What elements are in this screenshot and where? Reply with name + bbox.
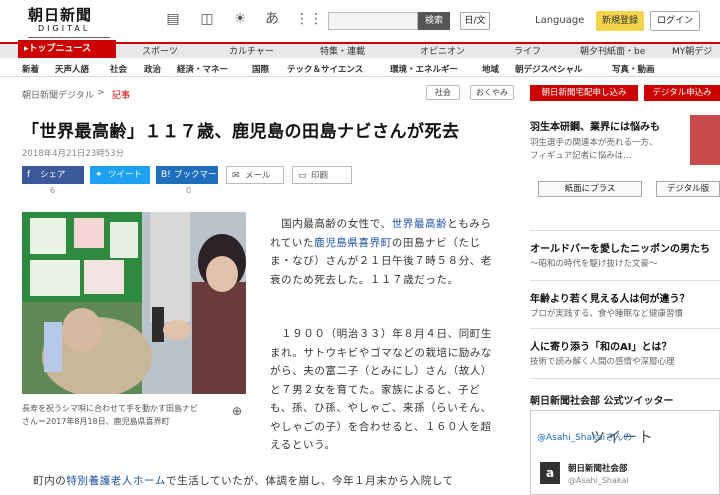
bookmark-share-button[interactable]: B! ブックマーク xyxy=(156,166,218,198)
twitter-section-title: 朝日新聞社会部 公式ツイッター xyxy=(530,396,674,407)
nav-item[interactable]: MY朝デジ xyxy=(672,44,712,57)
newspaper-icon[interactable]: ▤ xyxy=(163,10,183,28)
paragraph-text: で生活していたが、体調を崩し、今年１月末から入院して xyxy=(166,475,454,487)
bookmark-icon: B! xyxy=(161,170,171,180)
sidebar-ad-sub: 羽生選手の関連本が売れる一方、 xyxy=(530,138,658,148)
article-paragraph: 国内最高齢の女性で、世界最高齢ともみられていた鹿児島県喜界町の田島ナビ（たじま・… xyxy=(270,215,496,289)
register-button[interactable]: 新規登録 xyxy=(596,11,644,31)
divider xyxy=(530,328,720,329)
nav-item[interactable]: スポーツ xyxy=(142,44,178,57)
photo-caption: 長寿を祝うシマ唄に合わせて手を動かす田島ナビ さん＝2017年8月18日、鹿児島… xyxy=(22,402,244,428)
tag-society[interactable]: 社会 xyxy=(426,85,460,100)
search-input[interactable] xyxy=(328,12,418,30)
sub-nav-item[interactable]: 国際 xyxy=(252,63,269,75)
nav-item[interactable]: カルチャー xyxy=(229,44,274,57)
facebook-share-label: シェア xyxy=(40,170,66,180)
divider xyxy=(530,378,720,379)
print-icon: ▭ xyxy=(298,171,307,181)
bookmark-share-label: ブックマーク xyxy=(174,170,217,198)
mail-share-button[interactable]: ✉ メール xyxy=(226,166,284,184)
sidebar-item-title[interactable]: オールドバーを愛したニッポンの男たち xyxy=(530,240,710,255)
article-headline: 「世界最高齢」１１７歳、鹿児島の田島ナビさんが死去 xyxy=(22,122,460,142)
language-toggle[interactable]: 日/文 xyxy=(460,12,490,30)
sidebar-ad-sub: フィギュア記者に悩みは… xyxy=(530,151,632,161)
twitter-icon: ✦ xyxy=(95,170,103,180)
caption-line: さん＝2017年8月18日、鹿児島県喜界町 xyxy=(22,417,170,426)
sidebar-item-title[interactable]: 人に寄り添う「和のAI」とは？ xyxy=(530,338,671,353)
digital-edition-button[interactable]: デジタル版 xyxy=(656,181,720,197)
breadcrumb-separator: > xyxy=(97,88,105,98)
breadcrumb-home[interactable]: 朝日新聞デジタル xyxy=(22,88,94,101)
sidebar-item-sub: 技術で読み解く人間の感情や深層心理 xyxy=(530,357,675,367)
logo-title: 朝日新聞 xyxy=(28,6,93,24)
photo-illustration xyxy=(22,212,246,394)
caption-line: 長寿を祝うシマ唄に合わせて手を動かす田島ナビ xyxy=(22,404,198,413)
sub-nav-item[interactable]: 社会 xyxy=(110,63,127,75)
digital-signup-button[interactable]: デジタル申込み xyxy=(644,85,720,101)
nav-item[interactable]: 特集・連載 xyxy=(320,44,365,57)
keyword-link[interactable]: 世界最高齢 xyxy=(392,218,448,230)
bookmark-count: 0 xyxy=(186,186,192,195)
keyword-link[interactable]: 鹿児島県 xyxy=(314,237,358,249)
sub-nav-item[interactable]: 新着 xyxy=(22,63,39,75)
twitter-share-button[interactable]: ✦ ツイート xyxy=(90,166,150,184)
nav-item[interactable]: ライフ xyxy=(514,44,541,57)
twitter-account-id: @Asahi_Shakai xyxy=(568,476,629,485)
divider xyxy=(530,230,720,231)
facebook-icon: f xyxy=(27,170,31,180)
book-thumbnail[interactable] xyxy=(690,115,720,165)
language-link[interactable]: Language xyxy=(535,15,584,26)
twitter-account-name[interactable]: 朝日新聞社会部 xyxy=(568,462,628,474)
sidebar-item-title[interactable]: 年齢より若く見える人は何が違う？ xyxy=(530,290,690,305)
paragraph-text: 国内最高齢の女性で、 xyxy=(270,218,392,230)
sub-nav-item[interactable]: 地域 xyxy=(482,63,499,75)
sub-nav-item[interactable]: 天声人語 xyxy=(55,63,89,75)
paragraph-text: 町内の xyxy=(22,475,67,487)
login-button[interactable]: ログイン xyxy=(650,11,700,31)
sub-nav-item[interactable]: 経済・マネー xyxy=(177,63,228,75)
sub-nav-item[interactable]: 写真・動画 xyxy=(612,63,655,75)
article-paragraph: １９００（明治３３）年８月４日、同町生まれ。サトウキビやゴマなどの栽培に励みなが… xyxy=(270,328,493,451)
delivery-signup-button[interactable]: 朝日新聞宅配申し込み xyxy=(530,85,638,101)
tweet-label: ツイート xyxy=(590,428,655,446)
article-photo[interactable] xyxy=(22,212,246,394)
nav-item[interactable]: オピニオン xyxy=(420,44,465,57)
sidebar-item-sub: プロが実践する、食や睡眠など健康習慣 xyxy=(530,309,684,319)
search-button[interactable]: 検索 xyxy=(418,12,450,30)
menu-grid-icon[interactable]: ⋮⋮ xyxy=(295,10,323,28)
keyword-link[interactable]: 特別養護老人ホーム xyxy=(66,475,166,487)
sub-nav-item[interactable]: 政治 xyxy=(144,63,161,75)
mail-icon: ✉ xyxy=(232,171,240,181)
print-label: 印刷 xyxy=(311,171,329,181)
breadcrumb-current: 記事 xyxy=(112,91,131,101)
twitter-share-label: ツイート xyxy=(108,170,143,180)
facebook-share-button[interactable]: f シェア xyxy=(22,166,84,184)
divider xyxy=(530,280,720,281)
sidebar-ad-title[interactable]: 羽生本研鋼、業界には悩みも xyxy=(530,118,660,133)
sub-nav-item[interactable]: テック＆サイエンス xyxy=(287,63,363,75)
sub-nav-item[interactable]: 環境・エネルギー xyxy=(390,63,458,75)
twitter-avatar[interactable]: a xyxy=(540,462,560,484)
nav-top-news[interactable]: ▸トップニュース xyxy=(18,40,116,58)
font-size-icon[interactable]: あ xyxy=(262,10,282,28)
mail-share-label: メール xyxy=(245,171,271,181)
keyword-link[interactable]: 喜界町 xyxy=(359,237,392,249)
zoom-icon[interactable]: ⊕ xyxy=(232,404,242,418)
tag-obituary[interactable]: おくやみ xyxy=(470,85,514,100)
paper-plus-button[interactable]: 紙面にプラス xyxy=(538,181,642,197)
logo-subtitle: DIGITAL xyxy=(38,24,91,33)
article-date: 2018年4月21日23時53分 xyxy=(22,149,124,159)
print-button[interactable]: ▭ 印刷 xyxy=(292,166,352,184)
article-paragraph: 町内の特別養護老人ホームで生活していたが、体調を崩し、今年１月末から入院して xyxy=(22,472,502,491)
megaphone-icon[interactable]: ◫ xyxy=(197,10,217,28)
weather-icon[interactable]: ☀ xyxy=(230,10,250,28)
sidebar-item-sub: 〜昭和の時代を駆け抜けた文豪〜 xyxy=(530,259,658,269)
facebook-count: 6 xyxy=(50,186,56,195)
nav-item[interactable]: 朝夕刊紙面・be xyxy=(580,44,645,57)
sub-nav-item[interactable]: 朝デジスペシャル xyxy=(515,63,582,75)
